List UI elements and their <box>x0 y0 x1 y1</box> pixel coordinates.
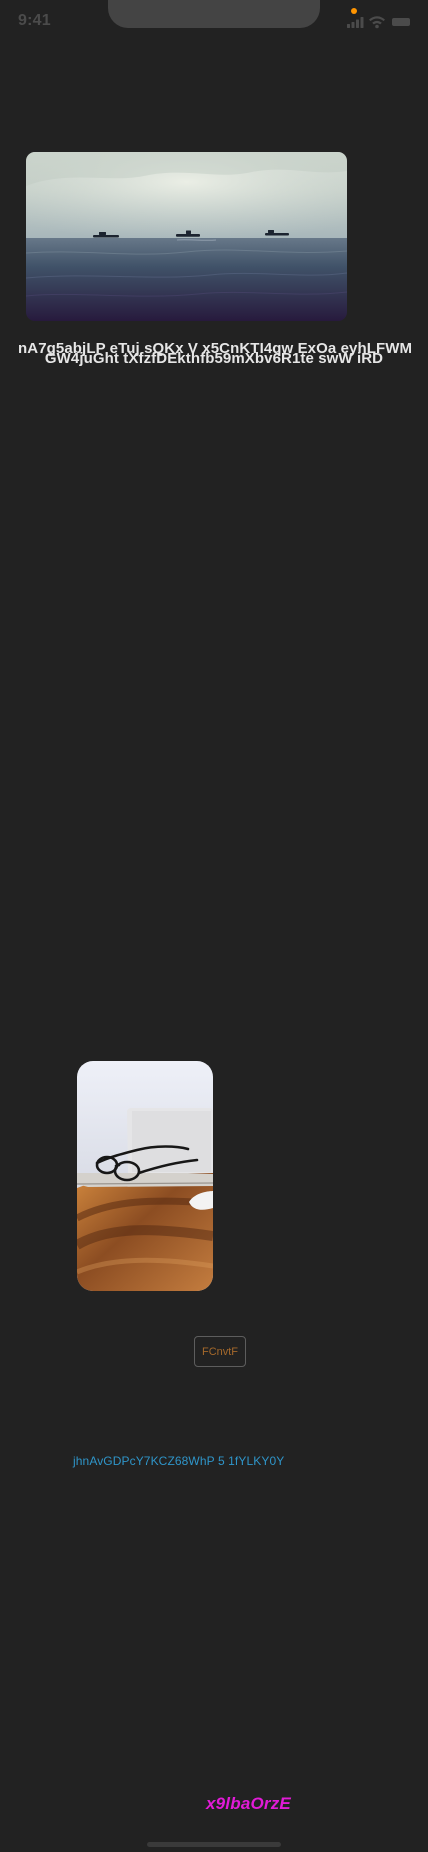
privacy-indicator-icon <box>351 8 357 14</box>
cellular-signal-icon <box>347 17 364 28</box>
home-indicator[interactable] <box>147 1842 281 1847</box>
wifi-icon <box>369 16 385 29</box>
status-time: 9:41 <box>18 12 51 29</box>
link-text[interactable]: jhnAvGDPcY7KCZ68WhP 5 1fYLKY0Y <box>73 1454 284 1468</box>
device-notch <box>108 0 320 28</box>
fcnvtf-button[interactable]: FCnvtF <box>194 1336 246 1367</box>
accent-text[interactable]: x9lbaOrzE <box>206 1794 291 1814</box>
battery-icon <box>392 18 410 26</box>
seascape-image <box>26 152 347 321</box>
hero-title-line-2: GW4juGht tXfzfDEkthfb59mXbv6R1te swW iRD <box>44 350 384 367</box>
hero-title: nA7g5abjLP eTuj sQKx V x5CnKTI4qw ExOa e… <box>18 341 412 367</box>
screen: 9:41 nA7g5abjLP eTuj sQKx V x5CnKTI4qw E… <box>0 0 428 1852</box>
status-bar: 9:41 <box>0 0 428 44</box>
desk-image <box>77 1061 213 1291</box>
